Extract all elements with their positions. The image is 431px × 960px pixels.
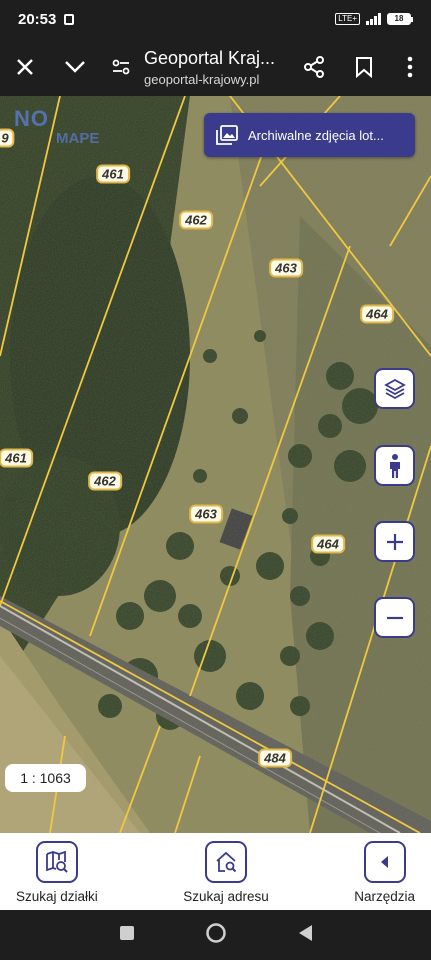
parcel-label[interactable]: 464 (360, 304, 394, 324)
tune-icon (112, 59, 130, 75)
person-icon (389, 453, 400, 478)
archive-photos-label: Archiwalne zdjęcia lot... (248, 127, 384, 143)
back-button[interactable] (297, 924, 313, 947)
zoom-out-button[interactable] (374, 597, 415, 638)
minus-icon (386, 616, 403, 619)
status-indicators: LTE+ 18 (335, 13, 413, 25)
signal-icon (366, 13, 381, 25)
tools-label: Narzędzia (354, 889, 415, 904)
square-icon (119, 925, 134, 940)
battery-icon: 18 (387, 13, 413, 25)
bottom-tool-bar: Szukaj działki Szukaj adresu Narzędzia (0, 833, 431, 910)
zoom-in-button[interactable] (374, 521, 415, 562)
back-triangle-icon (298, 924, 312, 941)
more-vert-icon (407, 56, 413, 78)
parcel-label[interactable]: 462 (88, 471, 122, 491)
chevron-down-icon (65, 61, 85, 73)
network-type: LTE+ (335, 13, 360, 25)
parcel-label[interactable]: 462 (179, 210, 213, 230)
share-icon (304, 56, 324, 78)
share-button[interactable] (289, 38, 339, 96)
parcel-label[interactable]: 463 (189, 504, 223, 524)
search-parcel-label: Szukaj działki (16, 889, 98, 904)
page-url: geoportal-krajowy.pl (144, 71, 260, 87)
parcel-label[interactable]: 9 (0, 128, 15, 148)
search-parcel-button[interactable]: Szukaj działki (16, 833, 98, 910)
map-scale: 1 : 1063 (5, 764, 86, 792)
search-address-label: Szukaj adresu (183, 889, 269, 904)
menu-button[interactable] (389, 38, 431, 96)
aerial-imagery (0, 96, 431, 833)
browser-toolbar: Geoportal Kraj... geoportal-krajowy.pl (0, 38, 431, 96)
status-time: 20:53 (18, 10, 57, 28)
notification-icon (64, 13, 75, 25)
status-bar: 20:53 LTE+ 18 (0, 0, 431, 38)
battery-level: 18 (387, 13, 411, 25)
system-nav-bar (0, 910, 431, 960)
parcel-label[interactable]: 461 (96, 164, 130, 184)
layers-icon (383, 378, 406, 399)
plus-icon (386, 533, 403, 550)
home-search-icon (205, 841, 247, 883)
map-view[interactable]: NO MAPE 461 462 463 464 461 462 463 464 … (0, 96, 431, 833)
page-info[interactable]: Geoportal Kraj... geoportal-krajowy.pl (142, 48, 289, 87)
parcel-label[interactable]: 484 (258, 748, 292, 768)
page-title: Geoportal Kraj... (144, 47, 276, 68)
search-address-button[interactable]: Szukaj adresu (183, 833, 269, 910)
home-button[interactable] (205, 922, 227, 949)
map-search-icon (35, 841, 78, 883)
watermark-logo-sub: MAPE (56, 130, 100, 147)
photo-library-icon (216, 125, 238, 145)
tools-button[interactable]: Narzędzia (354, 833, 415, 910)
close-icon (17, 59, 33, 75)
site-settings-button[interactable] (100, 38, 142, 96)
circle-icon (205, 922, 226, 943)
chevron-left-icon (363, 841, 406, 883)
archive-photos-button[interactable]: Archiwalne zdjęcia lot... (204, 113, 415, 157)
parcel-label[interactable]: 464 (311, 534, 345, 554)
street-view-button[interactable] (374, 445, 415, 486)
recents-button[interactable] (119, 925, 135, 946)
bookmark-icon (356, 57, 372, 78)
parcel-label[interactable]: 461 (0, 448, 33, 468)
bookmark-button[interactable] (339, 38, 389, 96)
layers-button[interactable] (374, 368, 415, 409)
minimize-button[interactable] (50, 38, 100, 96)
watermark-logo: NO (14, 106, 49, 131)
parcel-label[interactable]: 463 (269, 258, 303, 278)
close-button[interactable] (0, 38, 50, 96)
